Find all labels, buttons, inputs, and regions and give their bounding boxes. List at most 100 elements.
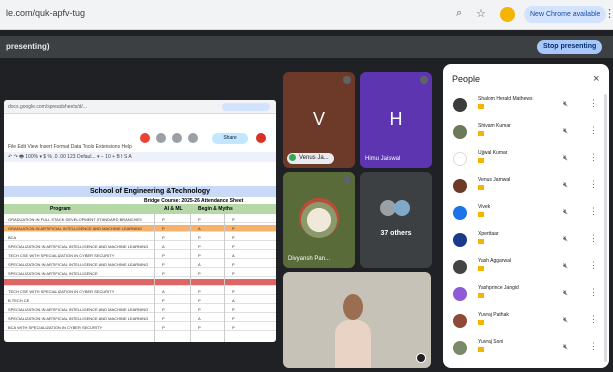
camera-person-body <box>335 320 371 368</box>
self-camera-tile[interactable] <box>283 272 431 368</box>
attendance-cell: A <box>162 289 165 294</box>
program-cell: SPECIALIZATION IN ARTIFICIAL INTELLIGENC… <box>8 244 149 249</box>
more-options-icon[interactable]: ⋮ <box>589 260 598 271</box>
more-options-icon[interactable]: ⋮ <box>589 341 598 352</box>
more-options-icon[interactable]: ⋮ <box>589 152 598 163</box>
more-options-icon[interactable]: ⋮ <box>589 179 598 190</box>
list-item[interactable]: Shivam Kumar 🔇︎ ⋮ <box>443 119 609 145</box>
attendance-cell: P <box>232 316 235 321</box>
attendance-cell: P <box>162 226 165 231</box>
participant-tile-himu[interactable]: H Himu Jaiswal <box>360 72 432 168</box>
list-item[interactable]: Shalom Herald Mathews 🔇︎ ⋮ <box>443 92 609 118</box>
close-icon[interactable]: × <box>593 73 599 85</box>
list-item[interactable]: Yuvraj Pathak 🔇︎ ⋮ <box>443 308 609 334</box>
participant-initial: H <box>389 109 403 129</box>
avatar <box>453 179 467 193</box>
new-chrome-button[interactable]: New Chrome available <box>524 6 607 23</box>
program-cell: TECH CSE WITH SPECIALIZATION IN CYBER SE… <box>8 253 115 258</box>
address-bar[interactable]: le.com/quk-apfv-tug <box>6 8 85 18</box>
list-item[interactable]: Yash Aggarwal 🔇︎ ⋮ <box>443 254 609 280</box>
participant-name: Shalom Herald Mathews <box>478 96 533 102</box>
role-badge-icon <box>478 158 484 163</box>
list-item[interactable]: Yuvraj Soni 🔇︎ ⋮ <box>443 335 609 361</box>
participant-name: Vivek <box>478 204 491 210</box>
program-header: Program <box>50 206 71 212</box>
more-options-icon[interactable]: ⋮ <box>589 233 598 244</box>
table-row: SPECIALIZATION IN ARTIFICIAL INTELLIGENC… <box>4 306 276 313</box>
more-options-icon[interactable]: ⋮ <box>589 287 598 298</box>
mic-off-icon[interactable]: 🔇︎ <box>563 234 568 244</box>
more-options-icon[interactable]: ⋮ <box>589 125 598 136</box>
program-cell: GRADUATION IN FULL STACK DEVELOPMENT STA… <box>8 217 142 222</box>
zoom-icon[interactable]: ⌕ <box>456 7 462 20</box>
shared-screen: docs.google.com/spreadsheets/d/... Share… <box>4 100 276 342</box>
attendance-cell: P <box>232 244 235 249</box>
presenting-bar: presenting) Stop presenting <box>0 36 613 58</box>
attendance-cell: P <box>232 262 235 267</box>
participant-name: Yuvraj Pathak <box>478 312 509 318</box>
attendance-cell: P <box>198 271 201 276</box>
list-item[interactable]: Vivek 🔇︎ ⋮ <box>443 200 609 226</box>
attendance-cell: P <box>232 289 235 294</box>
mic-off-icon[interactable]: 🔇︎ <box>563 342 568 352</box>
profile-avatar[interactable] <box>500 7 515 22</box>
attendance-cell: A <box>232 253 235 258</box>
participant-name: Shivam Kumar <box>478 123 511 129</box>
stop-presenting-button[interactable]: Stop presenting <box>537 40 603 54</box>
more-options-icon[interactable]: ⋮ <box>589 98 598 109</box>
people-panel: People × Shalom Herald Mathews 🔇︎ ⋮ Shivam … <box>443 64 609 368</box>
others-tile[interactable]: 37 others <box>360 172 432 268</box>
table-row: B.TECH CE P P A <box>4 297 276 304</box>
participant-name: Himu Jaiswal <box>365 156 401 162</box>
sheet-avatar <box>256 133 266 143</box>
program-cell: SPECIALIZATION IN ARTIFICIAL INTELLIGENC… <box>8 262 149 267</box>
program-cell: SPECIALIZATION IN ARTIFICIAL INTELLIGENC… <box>8 271 98 276</box>
participant-name: Venus Ja... <box>287 153 334 164</box>
more-options-icon[interactable]: ⋮ <box>589 314 598 325</box>
camera-options-icon[interactable] <box>416 353 426 363</box>
role-badge-icon <box>478 239 484 244</box>
mic-off-icon[interactable]: 🔇︎ <box>563 180 568 190</box>
mic-off-icon[interactable]: 🔇︎ <box>563 207 568 217</box>
speaking-indicator-icon <box>343 176 351 184</box>
participant-tile-divyansh[interactable]: Divyansh Pan... <box>283 172 355 268</box>
browser-toolbar: le.com/quk-apfv-tug ⌕ ☆ New Chrome avail… <box>0 0 613 30</box>
grid-line <box>190 214 191 342</box>
attendance-cell: A <box>198 316 201 321</box>
list-item[interactable]: Ujjwal Kumar 🔇︎ ⋮ <box>443 146 609 172</box>
star-icon[interactable]: ☆ <box>476 7 486 20</box>
participant-tile-venus[interactable]: V Venus Ja... <box>283 72 355 168</box>
sheet-title: School of Engineering &Technology <box>90 188 211 195</box>
attendance-cell: P <box>232 271 235 276</box>
list-item[interactable]: Venus Jamwal 🔇︎ ⋮ <box>443 173 609 199</box>
list-item[interactable]: Yashprince Jangid 🔇︎ ⋮ <box>443 281 609 307</box>
sheet-menu: File Edit View Insert Format Data Tools … <box>8 144 132 150</box>
attendance-cell: P <box>162 262 165 267</box>
program-cell: B.TECH CE <box>8 298 30 303</box>
kebab-menu-icon[interactable]: ⋮ <box>604 7 613 20</box>
header-col-2: Begin & Myths <box>198 206 233 212</box>
program-cell: SPECIALIZATION IN ARTIFICIAL INTELLIGENC… <box>8 307 149 312</box>
attendance-cell: A <box>198 262 201 267</box>
attendance-cell: P <box>198 217 201 222</box>
avatar <box>394 200 410 216</box>
list-item[interactable]: Xperttaar 🔇︎ ⋮ <box>443 227 609 253</box>
mic-off-icon[interactable]: 🔇︎ <box>563 153 568 163</box>
mic-off-icon[interactable]: 🔇︎ <box>563 315 568 325</box>
avatar <box>453 125 467 139</box>
avatar <box>453 152 467 166</box>
mic-off-icon[interactable]: 🔇︎ <box>563 126 568 136</box>
participant-name: Xperttaar <box>478 231 499 237</box>
attendance-cell: P <box>162 253 165 258</box>
scrollbar[interactable] <box>604 94 607 362</box>
attendance-cell: P <box>232 217 235 222</box>
history-icon <box>156 133 166 143</box>
attendance-cell: P <box>162 325 165 330</box>
mic-off-icon[interactable]: 🔇︎ <box>563 261 568 271</box>
attendance-cell: P <box>162 217 165 222</box>
attendance-cell: P <box>198 298 201 303</box>
more-options-icon[interactable]: ⋮ <box>589 206 598 217</box>
camera-person-head <box>343 294 363 320</box>
mic-off-icon[interactable]: 🔇︎ <box>563 288 568 298</box>
mic-off-icon[interactable]: 🔇︎ <box>563 99 568 109</box>
